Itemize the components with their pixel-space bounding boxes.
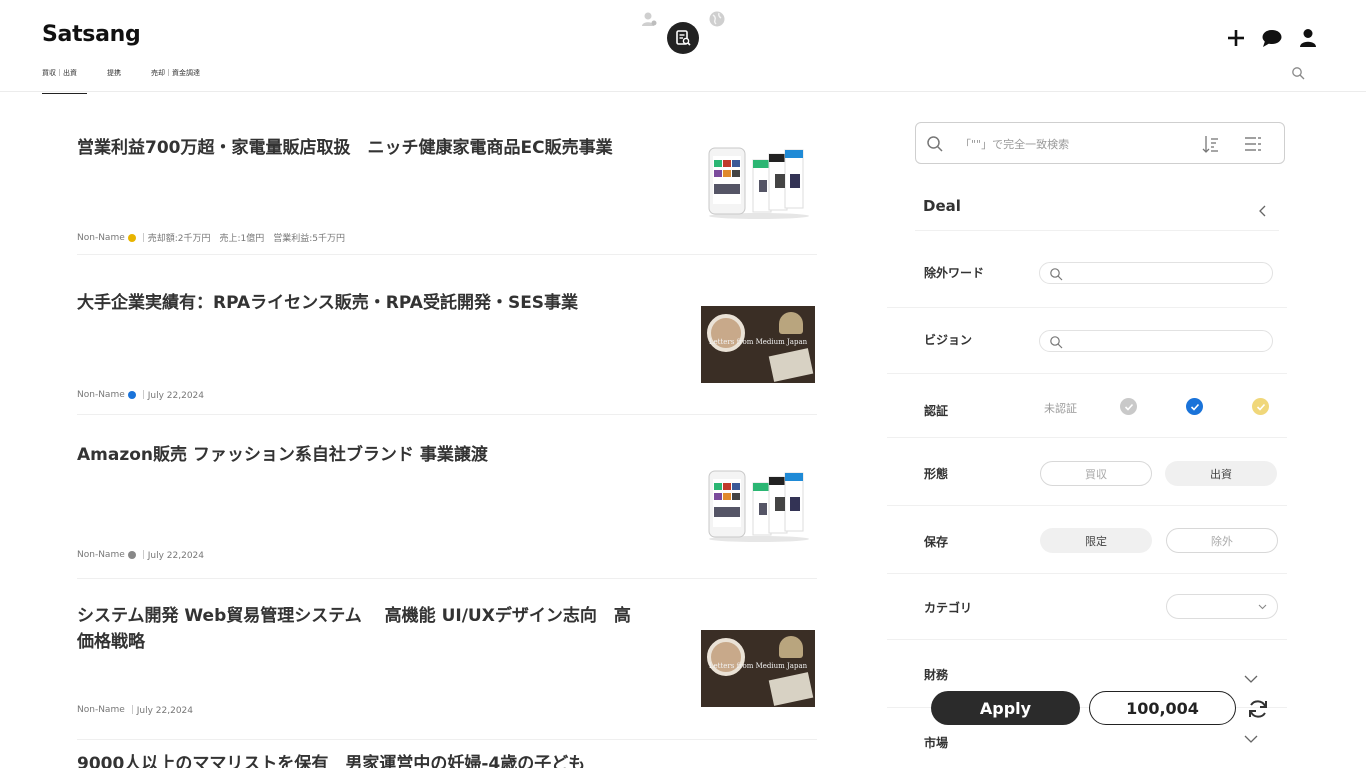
deal-title[interactable]: システム開発 Web貿易管理システム 高機能 UI/UXデザイン志向 高価格戦略 xyxy=(77,603,647,655)
header-center-icons xyxy=(638,8,738,58)
coffee-thumbnail: Letters from Medium Japan xyxy=(701,630,815,707)
deal-list: 営業利益700万超・家電量販店取扱 ニッチ健康家電商品EC販売事業 Non-Na… xyxy=(77,92,817,768)
plus-icon xyxy=(1228,30,1244,46)
main-nav: 買収｜出資 提携 売却｜資金調達 xyxy=(42,68,200,94)
apply-button[interactable]: Apply xyxy=(931,691,1080,725)
chevron-down-icon xyxy=(1258,604,1267,610)
header-actions xyxy=(1224,26,1320,50)
deal-author: Non-Name xyxy=(77,549,125,560)
deal-author: Non-Name xyxy=(77,232,125,243)
deal-author: Non-Name xyxy=(77,704,125,715)
save-row: 保存 限定 除外 xyxy=(887,506,1287,574)
verified-blue-badge-icon xyxy=(127,390,136,399)
save-label: 保存 xyxy=(924,535,949,549)
check-icon xyxy=(1124,403,1133,411)
exclude-words-row: 除外ワード xyxy=(887,242,1287,308)
section-divider xyxy=(915,230,1279,231)
vision-input[interactable] xyxy=(1039,330,1273,352)
refresh-icon[interactable] xyxy=(1246,697,1270,721)
phones-thumbnail xyxy=(708,147,809,219)
profile-button[interactable] xyxy=(1296,26,1320,50)
section-title-deal: Deal xyxy=(923,197,961,215)
vision-label: ビジョン xyxy=(924,333,973,347)
list-filter-icon[interactable] xyxy=(1244,135,1262,153)
deal-title[interactable]: 大手企業実績有：RPAライセンス販売・RPA受託開発・SES事業 xyxy=(77,290,677,316)
chat-bubble-icon xyxy=(1262,30,1282,47)
deal-card[interactable]: 営業利益700万超・家電量販店取扱 ニッチ健康家電商品EC販売事業 Non-Na… xyxy=(77,92,817,255)
filter-panel: 「""」で完全一致検索 Deal 除外ワード ビジョン 認証 未認証 形態 買収… xyxy=(887,92,1307,768)
market-label: 市場 xyxy=(924,736,949,750)
thumbnail-caption: Letters from Medium Japan xyxy=(708,338,808,346)
form-row: 形態 買収 出資 xyxy=(887,438,1287,506)
search-icon xyxy=(1050,268,1063,281)
cert-blue-toggle[interactable] xyxy=(1186,398,1203,415)
save-option-limited[interactable]: 限定 xyxy=(1040,528,1152,553)
chevron-down-icon[interactable] xyxy=(1244,674,1258,684)
deal-card[interactable]: システム開発 Web貿易管理システム 高機能 UI/UXデザイン志向 高価格戦略… xyxy=(77,579,817,740)
sort-order-icon[interactable] xyxy=(1202,135,1220,153)
cert-gray-toggle[interactable] xyxy=(1120,398,1137,415)
exclude-words-input[interactable] xyxy=(1039,262,1273,284)
brand-logo[interactable]: Satsang xyxy=(42,22,141,47)
deal-author: Non-Name xyxy=(77,389,125,400)
check-icon xyxy=(1190,403,1199,411)
add-button[interactable] xyxy=(1224,26,1248,50)
deal-meta-text: ｜July 22,2024 xyxy=(127,706,194,716)
deal-title[interactable]: 営業利益700万超・家電量販店取扱 ニッチ健康家電商品EC販売事業 xyxy=(77,135,677,161)
verified-gray-badge-icon xyxy=(127,550,136,559)
thumbnail-caption: Letters from Medium Japan xyxy=(708,662,808,670)
deal-card[interactable]: 大手企業実績有：RPAライセンス販売・RPA受託開発・SES事業 Non-Nam… xyxy=(77,255,817,415)
deal-card[interactable]: 9000人以上のママリストを保有 男家運営中の妊婦-4歳の子ども xyxy=(77,740,817,768)
category-row: カテゴリ xyxy=(887,574,1287,640)
chevron-left-icon[interactable] xyxy=(1257,205,1269,217)
keyword-search-input[interactable]: 「""」で完全一致検索 xyxy=(915,122,1285,164)
document-search-button[interactable] xyxy=(667,22,699,54)
deal-card[interactable]: Amazon販売 ファッション系自社ブランド 事業譲渡 Non-Name ｜Ju… xyxy=(77,415,817,579)
search-placeholder: 「""」で完全一致検索 xyxy=(960,138,1070,151)
cert-gold-toggle[interactable] xyxy=(1252,398,1269,415)
user-icon xyxy=(1300,29,1316,47)
header-search-icon[interactable] xyxy=(1291,66,1305,80)
deal-meta-text: ｜July 22,2024 xyxy=(138,391,205,401)
deal-meta: Non-Name ｜売却額:2千万円 売上:1億円 営業利益:5千万円 xyxy=(77,231,346,245)
finance-label: 財務 xyxy=(924,668,949,682)
verified-gold-badge-icon xyxy=(127,233,136,242)
nav-tab-acquisition[interactable]: 買収｜出資 xyxy=(42,68,87,94)
form-label: 形態 xyxy=(924,467,949,481)
deal-meta-text: ｜July 22,2024 xyxy=(138,551,205,561)
nav-tab-partnership[interactable]: 提携 xyxy=(107,68,121,94)
exclude-words-label: 除外ワード xyxy=(924,266,985,280)
deal-title[interactable]: 9000人以上のママリストを保有 男家運営中の妊婦-4歳の子ども xyxy=(77,751,677,768)
globe-icon[interactable] xyxy=(708,10,726,28)
phones-thumbnail xyxy=(708,470,809,542)
messages-button[interactable] xyxy=(1260,26,1284,50)
result-count-button[interactable]: 100,004 xyxy=(1089,691,1236,725)
user-settings-icon[interactable] xyxy=(640,10,658,28)
deal-meta: Non-Name ｜July 22,2024 xyxy=(77,388,205,402)
certification-row: 認証 未認証 xyxy=(887,374,1287,438)
top-header: Satsang 買収｜出資 提携 売却｜資金調達 xyxy=(0,0,1366,94)
search-icon xyxy=(927,136,943,152)
document-search-icon xyxy=(676,30,691,46)
deal-meta: Non-Name ｜July 22,2024 xyxy=(77,548,205,562)
save-option-exclude[interactable]: 除外 xyxy=(1166,528,1278,553)
nav-tab-sale[interactable]: 売却｜資金調達 xyxy=(151,68,200,94)
coffee-thumbnail: Letters from Medium Japan xyxy=(701,306,815,383)
vision-row: ビジョン xyxy=(887,308,1287,374)
check-icon xyxy=(1256,403,1265,411)
certification-label: 認証 xyxy=(924,404,949,418)
deal-meta-text: ｜売却額:2千万円 売上:1億円 営業利益:5千万円 xyxy=(138,234,346,244)
chevron-down-icon[interactable] xyxy=(1244,734,1258,744)
unverified-label: 未認証 xyxy=(1044,402,1077,415)
deal-meta: Non-Name ｜July 22,2024 xyxy=(77,703,194,717)
category-label: カテゴリ xyxy=(924,601,973,615)
form-option-acquisition[interactable]: 買収 xyxy=(1040,461,1152,486)
deal-title[interactable]: Amazon販売 ファッション系自社ブランド 事業譲渡 xyxy=(77,442,677,468)
search-icon xyxy=(1050,336,1063,349)
category-select[interactable] xyxy=(1166,594,1278,619)
form-option-investment[interactable]: 出資 xyxy=(1165,461,1277,486)
